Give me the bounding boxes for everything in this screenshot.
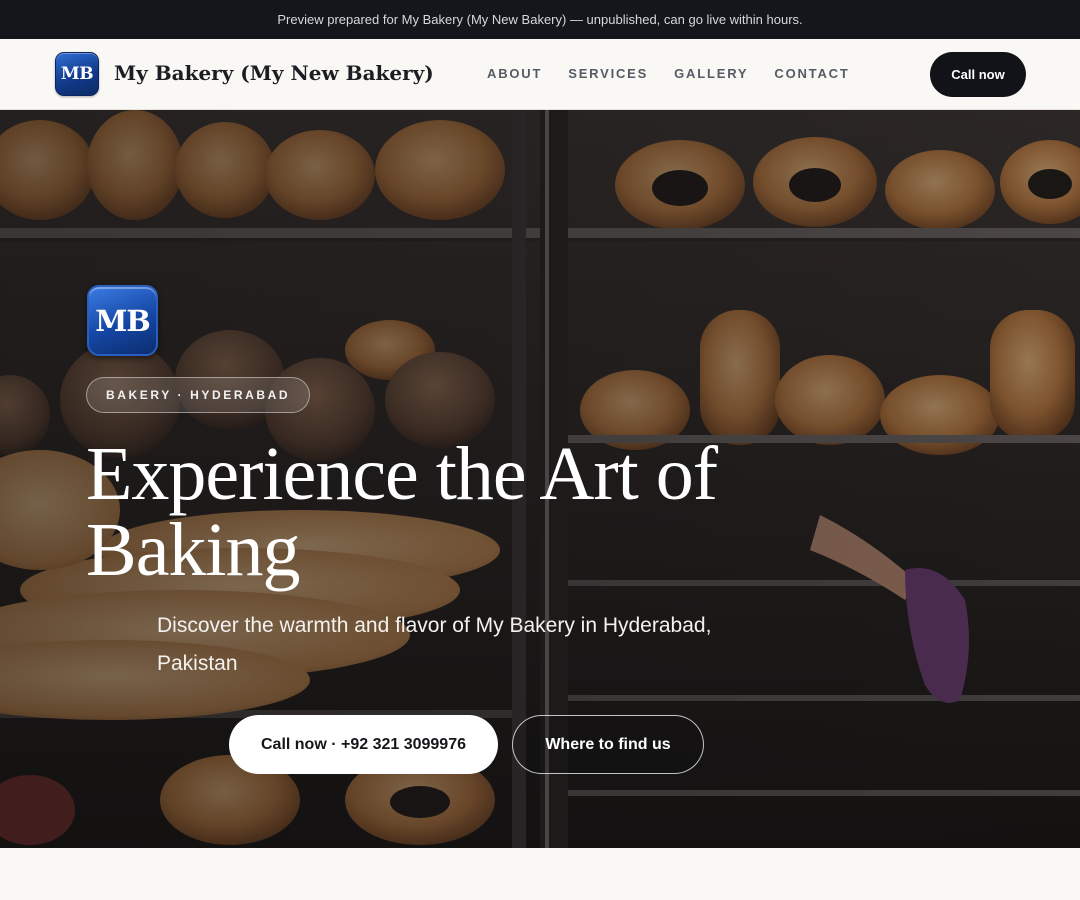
hero-section: MB BAKERY · HYDERABAD Experience the Art… xyxy=(0,110,1080,848)
hero-call-button[interactable]: Call now · +92 321 3099976 xyxy=(229,715,498,774)
brand-logo[interactable]: MB xyxy=(55,52,99,96)
hero-subtitle: Discover the warmth and flavor of My Bak… xyxy=(157,614,712,675)
hero-logo: MB xyxy=(87,285,158,356)
preview-banner: Preview prepared for My Bakery (My New B… xyxy=(0,0,1080,39)
hero-title: Experience the Art of Baking xyxy=(86,432,718,592)
header-call-button[interactable]: Call now xyxy=(930,52,1026,97)
hero-category-tag: BAKERY · HYDERABAD xyxy=(86,377,311,413)
next-section-start xyxy=(0,848,1080,900)
nav-about-link[interactable]: ABOUT xyxy=(487,66,542,81)
nav-contact-link[interactable]: CONTACT xyxy=(774,66,849,81)
main-nav: ABOUT SERVICES GALLERY CONTACT xyxy=(487,66,850,81)
hero-location-button[interactable]: Where to find us xyxy=(512,715,704,774)
nav-gallery-link[interactable]: GALLERY xyxy=(674,66,748,81)
preview-banner-text: Preview prepared for My Bakery (My New B… xyxy=(277,12,803,27)
site-header: MB My Bakery (My New Bakery) ABOUT SERVI… xyxy=(0,39,1080,110)
nav-services-link[interactable]: SERVICES xyxy=(568,66,648,81)
brand-name[interactable]: My Bakery (My New Bakery) xyxy=(114,61,434,85)
